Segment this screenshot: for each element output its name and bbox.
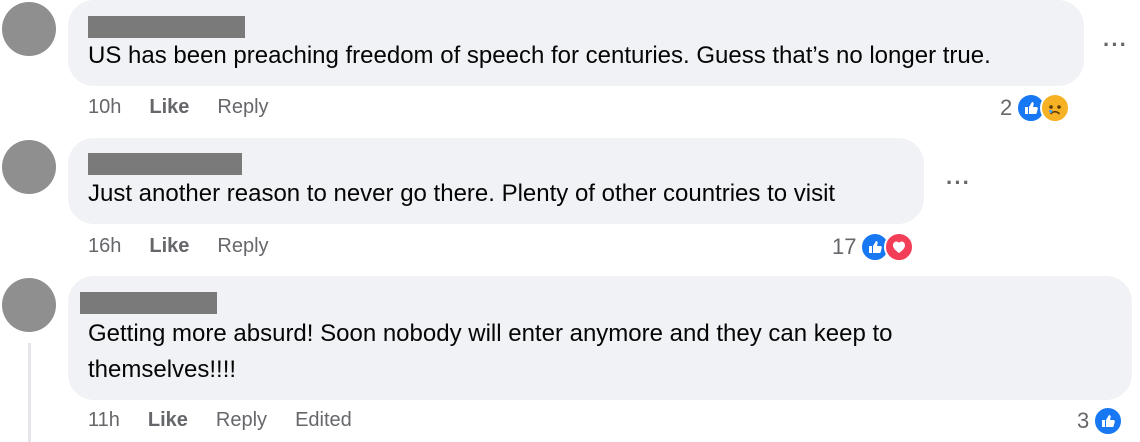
comment-text: Just another reason to never go there. P… [88, 180, 836, 207]
edited-label[interactable]: Edited [295, 409, 352, 432]
comment-actions: 16h Like Reply [88, 235, 269, 258]
reply-button[interactable]: Reply [217, 96, 268, 119]
comment-bubble: US has been preaching freedom of speech … [68, 0, 1084, 86]
like-icon [1093, 406, 1124, 436]
like-button[interactable]: Like [149, 235, 189, 258]
reaction-summary[interactable]: 3 [1077, 406, 1124, 436]
comment-actions: 10h Like Reply [88, 96, 269, 119]
reaction-summary[interactable]: 2 [1000, 93, 1071, 123]
reaction-summary[interactable]: 17 [832, 232, 915, 262]
comment-bubble: Getting more absurd! Soon nobody will en… [68, 276, 1132, 400]
reaction-count: 3 [1077, 408, 1090, 433]
like-button[interactable]: Like [148, 409, 188, 432]
reaction-count: 17 [832, 234, 857, 259]
reaction-count: 2 [1000, 95, 1013, 120]
redacted-author-name [88, 153, 242, 175]
avatar[interactable] [2, 278, 56, 332]
comment-bubble: Just another reason to never go there. P… [68, 138, 924, 224]
love-icon [884, 232, 915, 262]
avatar[interactable] [2, 2, 56, 56]
sad-icon [1040, 93, 1071, 123]
thread-line [28, 343, 31, 442]
redacted-author-name [80, 292, 217, 314]
more-options-button[interactable]: ··· [946, 172, 971, 194]
more-options-button[interactable]: ··· [1103, 34, 1128, 56]
avatar[interactable] [2, 140, 56, 194]
comment-timestamp[interactable]: 10h [88, 96, 121, 119]
reply-button[interactable]: Reply [217, 235, 268, 258]
comment-timestamp[interactable]: 11h [88, 409, 120, 432]
redacted-author-name [88, 16, 245, 38]
comment-text: Getting more absurd! Soon nobody will en… [88, 320, 893, 383]
reply-button[interactable]: Reply [216, 409, 267, 432]
like-button[interactable]: Like [149, 96, 189, 119]
comment-text: US has been preaching freedom of speech … [88, 42, 991, 69]
comment-timestamp[interactable]: 16h [88, 235, 121, 258]
comment-actions: 11h Like Reply Edited [88, 409, 352, 432]
